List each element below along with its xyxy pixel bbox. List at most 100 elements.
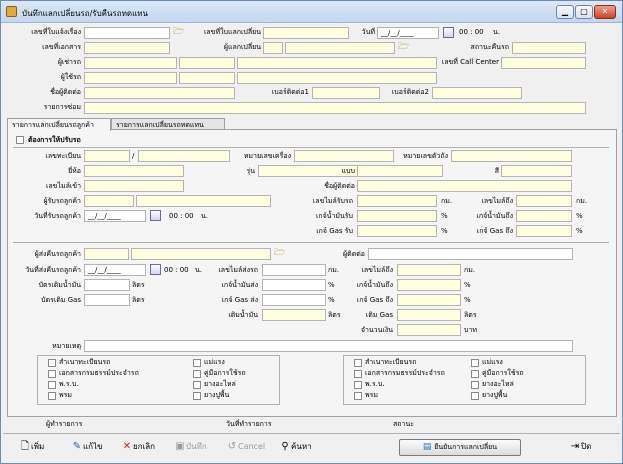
user-name-input[interactable]	[237, 72, 437, 84]
gas-send-input[interactable]	[262, 294, 326, 306]
brand-input[interactable]	[84, 165, 184, 177]
oil-fill-input[interactable]	[262, 309, 326, 321]
fuel-send-input[interactable]	[262, 279, 326, 291]
recv-time-input[interactable]: 00 : 00	[169, 211, 194, 222]
engine-input[interactable]	[294, 150, 394, 162]
changer-name-input[interactable]	[285, 42, 395, 54]
changer-code-input[interactable]	[263, 42, 283, 54]
phone2-input[interactable]	[432, 87, 522, 99]
calendar-icon[interactable]	[150, 264, 161, 275]
new-document-icon: 🗋	[20, 441, 30, 452]
gas-to-input[interactable]	[516, 225, 572, 237]
color-input[interactable]	[501, 165, 572, 177]
close-button[interactable]: ⇥ ปิด	[569, 438, 591, 456]
checkbox[interactable]	[48, 370, 56, 378]
fuel-fill-input[interactable]	[84, 279, 130, 291]
save-button[interactable]: ▣บันทึก	[174, 438, 206, 456]
plate-input[interactable]	[84, 150, 130, 162]
search-button[interactable]: ⚲ ค้นหา	[279, 438, 311, 456]
mile-send-input[interactable]	[262, 264, 326, 276]
recv-date-input[interactable]: __/__/____	[84, 210, 146, 222]
doc-no-input[interactable]	[84, 27, 170, 39]
detail-input[interactable]	[84, 102, 586, 114]
note-input[interactable]	[84, 340, 573, 352]
checkbox[interactable]	[354, 370, 362, 378]
plate-slash: /	[132, 152, 135, 160]
swap-no-input[interactable]	[263, 27, 349, 39]
cancel-doc-button[interactable]: ✕ ยกเลิก	[121, 438, 155, 456]
user-code-input[interactable]	[84, 72, 177, 84]
minimize-button[interactable]: ▁	[556, 5, 574, 19]
mile-to-label: เลขไมล์ถึง	[481, 197, 513, 205]
send-date-input[interactable]: __/__/____	[84, 264, 146, 276]
mileage-in-label: เลขไมล์เข้า	[46, 182, 81, 190]
time-unit: น.	[493, 28, 501, 36]
calendar-icon[interactable]	[443, 27, 454, 38]
renter-name-input[interactable]	[237, 57, 437, 69]
mile-to-input[interactable]	[516, 195, 572, 207]
user-sub-input[interactable]	[179, 72, 235, 84]
mile-to-input[interactable]	[397, 264, 461, 276]
folder-icon[interactable]: 🗁	[398, 42, 412, 53]
plate-province-input[interactable]	[138, 150, 230, 162]
cancel-button[interactable]: ↺ Cancel	[226, 438, 265, 456]
fuel-recv-input[interactable]	[357, 210, 437, 222]
time-unit: น.	[195, 266, 203, 274]
sender-name-input[interactable]	[131, 248, 271, 260]
call-center-input[interactable]	[501, 57, 586, 69]
checkbox[interactable]	[354, 392, 362, 400]
amount-input[interactable]	[397, 324, 461, 336]
send-time-input[interactable]: 00 : 00	[164, 265, 189, 276]
checkbox[interactable]	[471, 359, 479, 367]
checkbox[interactable]	[471, 381, 479, 389]
contact-name-input[interactable]	[357, 180, 572, 192]
checklist-item: คู่มือการใช้รถ	[482, 369, 524, 377]
receiver-code-input[interactable]	[84, 195, 134, 207]
calendar-icon[interactable]	[150, 210, 161, 221]
fuel-to-input[interactable]	[397, 279, 461, 291]
phone1-input[interactable]	[312, 87, 380, 99]
fuel-to-input[interactable]	[516, 210, 572, 222]
checkbox[interactable]	[193, 381, 201, 389]
date-input[interactable]: __/__/____	[377, 27, 439, 39]
gas-fill2-input[interactable]	[397, 309, 461, 321]
doc-code-input[interactable]	[84, 42, 170, 54]
folder-icon[interactable]: 🗁	[173, 27, 187, 38]
checkbox[interactable]	[354, 381, 362, 389]
renter-code-input[interactable]	[84, 57, 177, 69]
gas-to-input[interactable]	[397, 294, 461, 306]
checkbox[interactable]	[48, 381, 56, 389]
checkbox[interactable]	[471, 370, 479, 378]
add-button[interactable]: 🗋 เพิ่ม	[19, 438, 44, 456]
sender-code-input[interactable]	[84, 248, 129, 260]
close-window-button[interactable]: ✕	[594, 5, 616, 19]
gas-recv-input[interactable]	[357, 225, 437, 237]
folder-icon[interactable]: 🗁	[274, 248, 288, 259]
gas-fill-input[interactable]	[84, 294, 130, 306]
need-fix-checkbox[interactable]	[16, 136, 24, 144]
tab-customer-swap[interactable]: รายการแลกเปลี่ยนรถลูกค้า	[7, 118, 111, 131]
status-input[interactable]	[512, 42, 586, 54]
checkbox[interactable]	[193, 392, 201, 400]
type-input[interactable]	[357, 165, 443, 177]
chassis-input[interactable]	[451, 150, 572, 162]
contact-input[interactable]	[84, 87, 235, 99]
checkbox[interactable]	[48, 359, 56, 367]
renter-label: ผู้เช่ารถ	[57, 58, 81, 66]
receiver-name-input[interactable]	[136, 195, 271, 207]
edit-button[interactable]: ✎ แก้ไข	[71, 438, 103, 456]
maximize-button[interactable]: □	[575, 5, 593, 19]
confirm-swap-button[interactable]: ▤ ยืนยันการแลกเปลี่ยน	[399, 439, 521, 456]
contact-input[interactable]	[368, 248, 573, 260]
checkbox[interactable]	[193, 359, 201, 367]
checkbox[interactable]	[471, 392, 479, 400]
checkbox[interactable]	[354, 359, 362, 367]
checklist-item: พรม	[365, 391, 378, 399]
time-input[interactable]: 00 : 00	[459, 27, 484, 38]
mileage-in-input[interactable]	[84, 180, 184, 192]
renter-sub-input[interactable]	[179, 57, 235, 69]
mile-recv-input[interactable]	[357, 195, 437, 207]
checkbox[interactable]	[193, 370, 201, 378]
phone1-label: เบอร์ติดต่อ1	[271, 88, 309, 96]
checkbox[interactable]	[48, 392, 56, 400]
